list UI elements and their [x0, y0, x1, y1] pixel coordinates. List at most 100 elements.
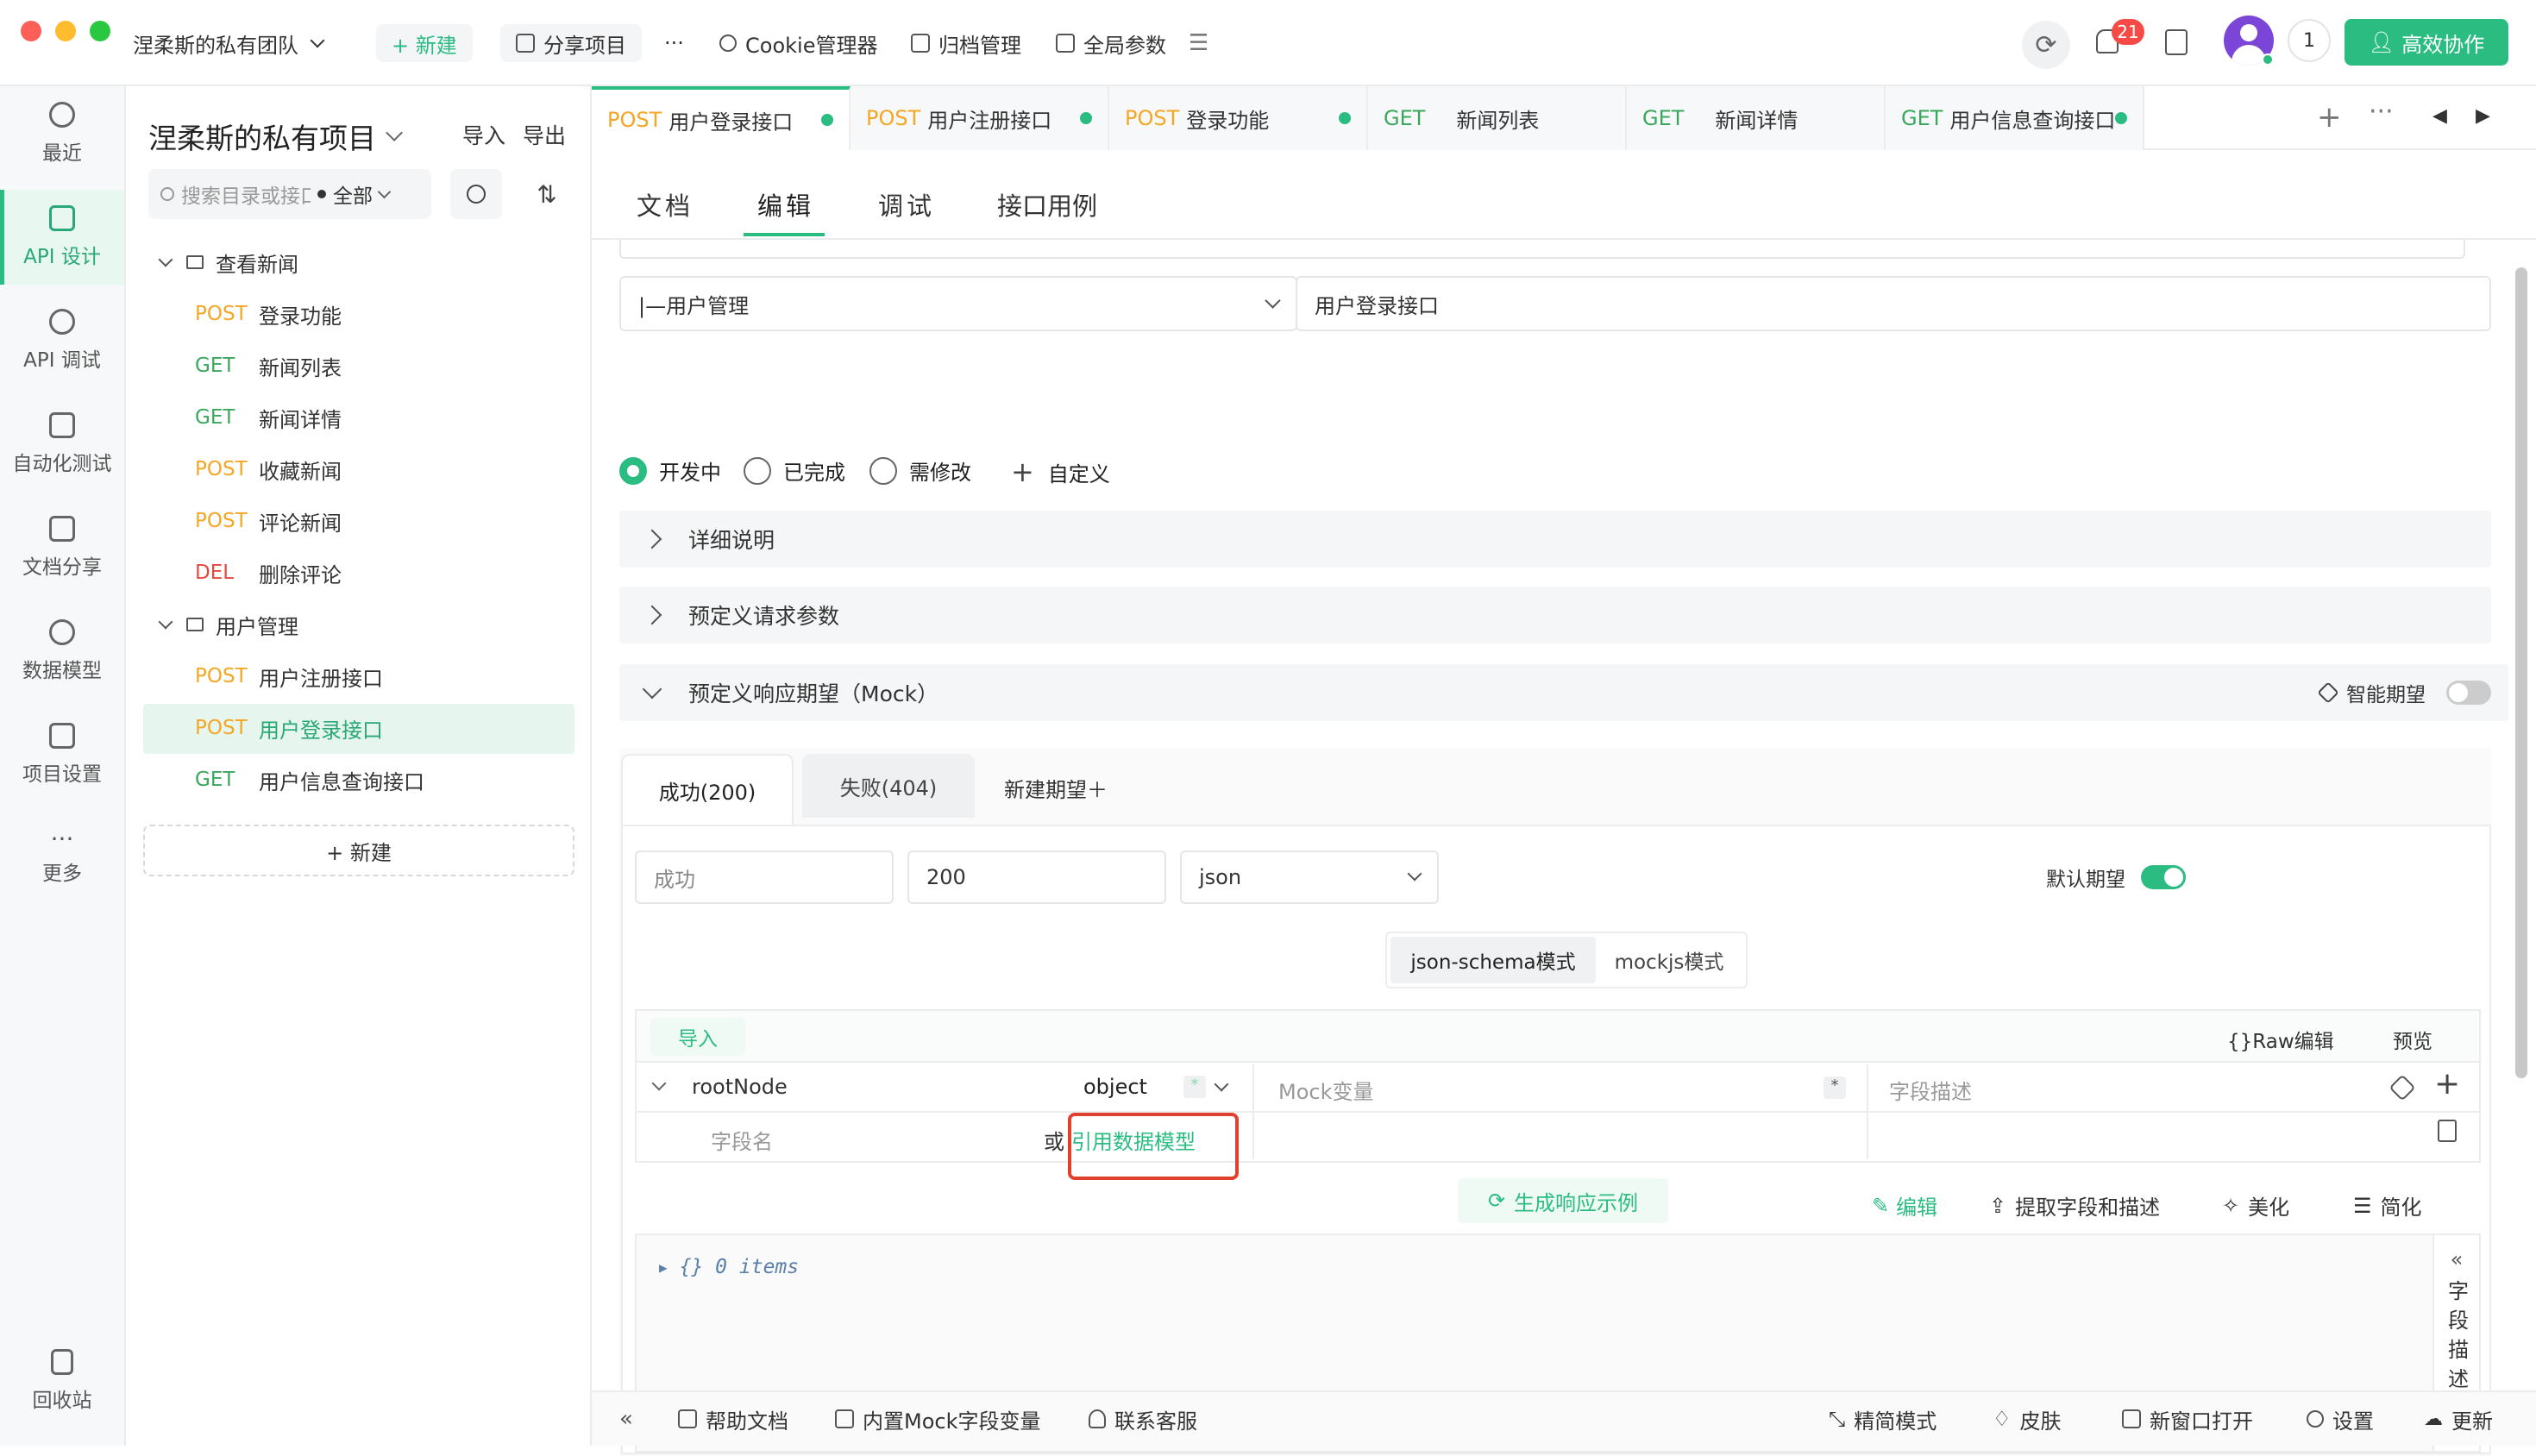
preview-button[interactable]: 预览: [2393, 1025, 2432, 1054]
extract-fields-button[interactable]: ⇪ 提取字段和描述: [1989, 1190, 2160, 1221]
mock-var-picker[interactable]: *: [1824, 1076, 1846, 1099]
tab-active[interactable]: POST 用户登录接口: [592, 86, 851, 150]
mock-var-input[interactable]: Mock变量: [1278, 1075, 1373, 1105]
cookie-manager-button[interactable]: Cookie管理器: [719, 24, 877, 62]
tree-item[interactable]: POST 登录功能: [195, 290, 626, 338]
tree-item[interactable]: POST 用户注册接口: [195, 652, 626, 700]
tree-item[interactable]: POST 收藏新闻: [195, 445, 626, 493]
tree-item[interactable]: GET 新闻列表: [195, 342, 626, 390]
settings-button[interactable]: 设置: [2307, 1397, 2374, 1440]
root-type-select[interactable]: object *: [1083, 1075, 1229, 1099]
tab[interactable]: GET 新闻详情: [1627, 86, 1886, 150]
add-tab-icon[interactable]: +: [2317, 100, 2342, 135]
rail-item-api-design[interactable]: API 设计: [0, 190, 124, 285]
expect-name-input[interactable]: 成功: [635, 850, 894, 904]
tab[interactable]: GET 新闻列表: [1368, 86, 1627, 150]
mode-mockjs[interactable]: mockjs模式: [1596, 937, 1742, 983]
folder-row[interactable]: 用户管理: [158, 600, 592, 649]
import-button[interactable]: 导入: [462, 119, 505, 150]
tree-item[interactable]: POST 评论新闻: [195, 497, 626, 545]
status-option-dev[interactable]: 开发中: [619, 455, 721, 486]
subtab-docs[interactable]: 文档: [637, 186, 694, 223]
expect-code-input[interactable]: 200: [907, 850, 1166, 904]
api-name-input[interactable]: 用户登录接口: [1296, 276, 2491, 331]
rail-item-more[interactable]: ··· 更多: [0, 811, 124, 906]
tab[interactable]: GET 用户信息查询接口: [1886, 86, 2144, 150]
subtab-edit[interactable]: 编辑: [757, 186, 814, 223]
simplify-button[interactable]: ☰ 简化: [2353, 1190, 2422, 1221]
rail-item-recent[interactable]: 最近: [0, 86, 124, 181]
collapse-menu-icon[interactable]: ☰: [1189, 24, 1208, 62]
tab-next-icon[interactable]: ▶: [2476, 105, 2490, 127]
new-button[interactable]: + 新建: [376, 24, 473, 62]
generate-example-button[interactable]: ⟳ 生成响应示例: [1458, 1178, 1668, 1223]
close-window-button[interactable]: [21, 21, 41, 41]
more-menu-button[interactable]: ···: [664, 24, 684, 62]
search-box[interactable]: 搜索目录或接口 全部: [148, 169, 431, 219]
share-project-button[interactable]: 分享项目: [500, 24, 642, 62]
export-button[interactable]: 导出: [523, 119, 566, 150]
tree-item[interactable]: DEL 删除评论: [195, 549, 626, 597]
section-predef-response[interactable]: 预定义响应期望（Mock） 智能期望: [619, 664, 2508, 721]
section-detail[interactable]: 详细说明: [619, 511, 2491, 568]
archive-manager-button[interactable]: 归档管理: [911, 24, 1021, 62]
collab-button[interactable]: 👤︎ 高效协作: [2345, 19, 2508, 66]
global-params-button[interactable]: 全局参数: [1056, 24, 1166, 62]
team-switcher[interactable]: 涅柔斯的私有团队: [133, 24, 325, 62]
edit-json-button[interactable]: ✎ 编辑: [1872, 1190, 1937, 1221]
smart-toggle[interactable]: [2446, 681, 2491, 705]
default-toggle[interactable]: [2141, 865, 2186, 889]
tree-new-button[interactable]: + 新建: [143, 825, 574, 876]
search-input[interactable]: 搜索目录或接口: [181, 179, 311, 209]
collapse-sidebar-icon[interactable]: «: [619, 1397, 633, 1440]
tab[interactable]: POST 用户注册接口: [851, 86, 1109, 150]
subtab-debug[interactable]: 调试: [878, 186, 935, 223]
status-option-done[interactable]: 已完成: [744, 455, 845, 486]
locate-button[interactable]: [450, 169, 502, 219]
schema-import-button[interactable]: 导入: [650, 1018, 745, 1056]
rail-item-trash[interactable]: 回收站: [0, 1334, 124, 1428]
notes-icon[interactable]: [2165, 29, 2188, 55]
maximize-window-button[interactable]: [90, 21, 110, 41]
mock-vars-button[interactable]: 内置Mock字段变量: [835, 1397, 1040, 1440]
rail-item-api-debug[interactable]: API 调试: [0, 293, 124, 388]
skin-button[interactable]: ♢ 皮肤: [1993, 1397, 2062, 1440]
project-switcher[interactable]: 涅柔斯的私有项目: [148, 116, 403, 157]
collapse-all-icon[interactable]: ⇅: [521, 169, 573, 219]
tree-item-selected[interactable]: POST 用户登录接口: [195, 704, 626, 752]
field-name-input[interactable]: 字段名: [711, 1125, 773, 1155]
ref-data-model-link[interactable]: 引用数据模型: [1071, 1125, 1196, 1155]
subtab-cases[interactable]: 接口用例: [997, 186, 1097, 223]
rail-item-auto-test[interactable]: 自动化测试: [0, 397, 124, 492]
filter-select[interactable]: 全部: [333, 179, 373, 209]
status-option-fix[interactable]: 需修改: [869, 455, 971, 486]
rail-item-project-settings[interactable]: 项目设置: [0, 707, 124, 802]
scrollbar-thumb[interactable]: [2515, 267, 2527, 1078]
sync-icon[interactable]: ⟳: [2022, 21, 2070, 69]
delete-icon[interactable]: [2438, 1120, 2457, 1142]
folder-select[interactable]: |—用户管理: [619, 276, 1297, 331]
mock-tab-fail[interactable]: 失败(404): [802, 754, 975, 818]
add-field-icon[interactable]: +: [2434, 1066, 2460, 1101]
simple-mode-button[interactable]: ⤡ 精简模式: [1829, 1397, 1937, 1440]
mode-jsonschema[interactable]: json-schema模式: [1390, 937, 1596, 983]
update-button[interactable]: ☁ 更新: [2424, 1397, 2493, 1440]
rail-item-data-model[interactable]: 数据模型: [0, 604, 124, 699]
mock-tab-success[interactable]: 成功(200): [621, 754, 794, 825]
tree-item[interactable]: GET 用户信息查询接口: [195, 756, 626, 804]
beautify-button[interactable]: ✧ 美化: [2222, 1190, 2289, 1221]
tab-prev-icon[interactable]: ◀: [2432, 105, 2447, 127]
format-select[interactable]: json: [1180, 850, 1439, 904]
expand-triangle-icon[interactable]: ▶: [659, 1259, 668, 1276]
rail-item-doc-share[interactable]: 文档分享: [0, 500, 124, 595]
folder-row[interactable]: 查看新闻: [158, 238, 592, 286]
field-desc-input[interactable]: 字段描述: [1889, 1075, 1972, 1105]
tab-more-icon[interactable]: ···: [2369, 97, 2394, 127]
status-custom-button[interactable]: + 自定义: [1011, 455, 1110, 488]
new-window-button[interactable]: 新窗口打开: [2122, 1397, 2253, 1440]
support-button[interactable]: 联系客服: [1089, 1397, 1197, 1440]
tree-item[interactable]: GET 新闻详情: [195, 393, 626, 442]
new-expect-button[interactable]: 新建期望＋: [1004, 773, 1108, 803]
section-predef-request[interactable]: 预定义请求参数: [619, 587, 2491, 643]
raw-edit-button[interactable]: {}Raw编辑: [2227, 1025, 2334, 1054]
